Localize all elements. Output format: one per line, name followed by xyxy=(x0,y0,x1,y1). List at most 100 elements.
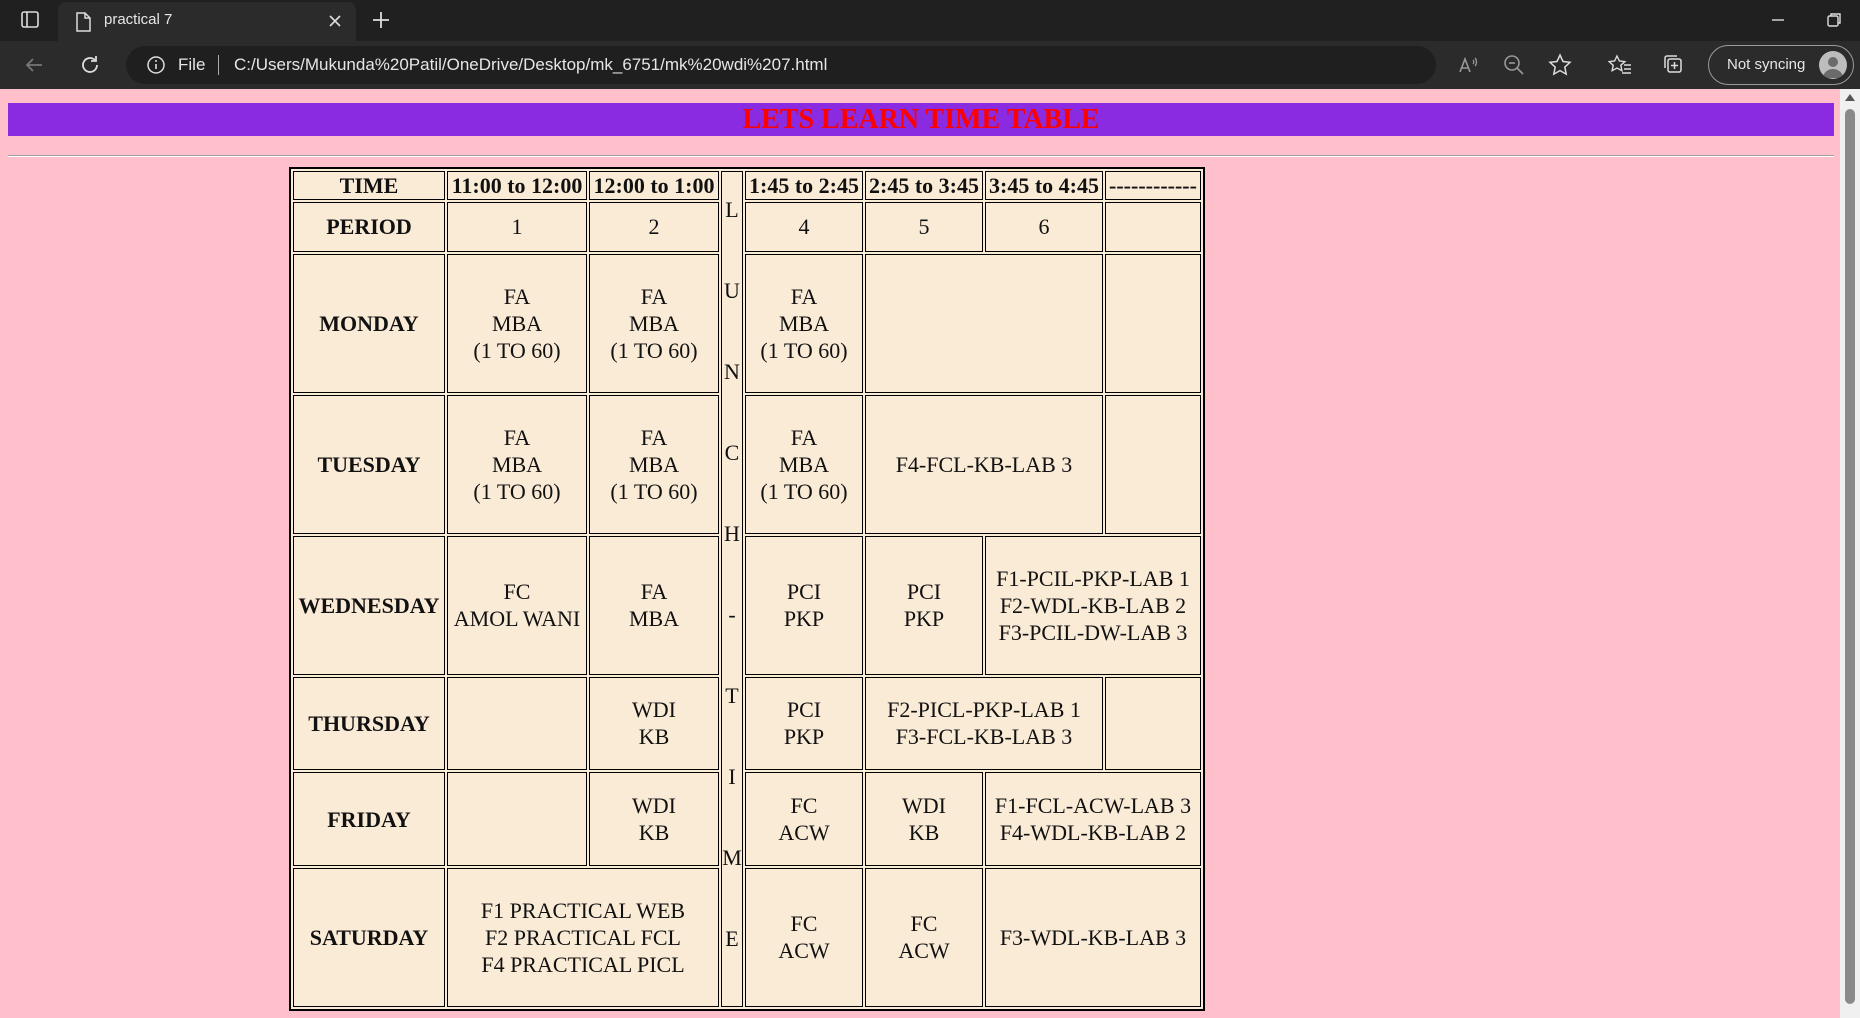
wednesday-row: WEDNESDAY FC AMOL WANI FA MBA PCI PKP PCI PK… xyxy=(293,535,1201,675)
slot-header: 3:45 to 4:45 xyxy=(985,171,1103,201)
lab-cell: F4-FCL-KB-LAB 3 xyxy=(865,394,1103,534)
class-cell: FA MBA (1 TO 60) xyxy=(589,253,719,393)
lunch-letter: U xyxy=(724,278,740,303)
day-label: SATURDAY xyxy=(293,867,445,1007)
lunch-letter: H xyxy=(724,521,740,546)
restore-window-icon[interactable] xyxy=(1822,8,1846,32)
slot-header: 1:45 to 2:45 xyxy=(745,171,863,201)
friday-row: FRIDAY WDI KB FC ACW WDI KB F1-FCL-ACW-LAB … xyxy=(293,772,1201,866)
lunch-letter: E xyxy=(725,926,739,951)
info-icon[interactable] xyxy=(146,55,166,75)
lunch-letter: L xyxy=(725,197,739,222)
sidebar-toggle-icon[interactable] xyxy=(14,8,46,32)
class-cell: FA MBA (1 TO 60) xyxy=(447,394,587,534)
time-header: TIME xyxy=(293,171,445,201)
day-label: THURSDAY xyxy=(293,676,445,771)
empty-cell xyxy=(447,676,587,771)
vertical-scrollbar[interactable] xyxy=(1840,89,1860,1018)
lunch-letter: M xyxy=(722,845,742,870)
class-cell: FC ACW xyxy=(745,772,863,866)
address-separator xyxy=(218,55,219,75)
class-cell: FA MBA (1 TO 60) xyxy=(745,394,863,534)
monday-row: MONDAY FA MBA (1 TO 60) FA MBA (1 TO 60) FA M… xyxy=(293,253,1201,393)
sync-label: Not syncing xyxy=(1727,56,1806,73)
lunch-letter: I xyxy=(728,764,736,789)
class-cell: FC AMOL WANI xyxy=(447,535,587,675)
avatar-icon xyxy=(1819,51,1847,79)
refresh-icon[interactable] xyxy=(76,51,104,79)
class-cell: FA MBA (1 TO 60) xyxy=(745,253,863,393)
lab-cell: F2-PICL-PKP-LAB 1 F3-FCL-KB-LAB 3 xyxy=(865,676,1103,771)
slot-header: 11:00 to 12:00 xyxy=(447,171,587,201)
day-label: TUESDAY xyxy=(293,394,445,534)
lab-cell: F1-PCIL-PKP-LAB 1 F2-WDL-KB-LAB 2 F3-PCIL-… xyxy=(985,535,1201,675)
collections-icon[interactable] xyxy=(1660,51,1688,79)
zoom-out-icon[interactable] xyxy=(1500,51,1528,79)
class-cell: FC ACW xyxy=(865,867,983,1007)
tuesday-row: TUESDAY FA MBA (1 TO 60) FA MBA (1 TO 60) FA… xyxy=(293,394,1201,534)
lab-cell: F3-WDL-KB-LAB 3 xyxy=(985,867,1201,1007)
class-cell: PCI PKP xyxy=(745,535,863,675)
header-row: TIME 11:00 to 12:00 12:00 to 1:00 L U N … xyxy=(293,171,1201,1007)
address-url[interactable]: C:/Users/Mukunda%20Patil/OneDrive/Deskto… xyxy=(234,55,827,75)
empty-cell xyxy=(1105,253,1201,393)
lunch-letter: T xyxy=(725,683,739,708)
lunch-letter: N xyxy=(724,359,740,384)
page-heading: LETS LEARN TIME TABLE xyxy=(742,104,1100,135)
empty-cell xyxy=(1105,676,1201,771)
horizontal-rule xyxy=(8,155,1834,157)
period-number xyxy=(1105,202,1201,252)
empty-cell xyxy=(447,772,587,866)
period-number: 4 xyxy=(745,202,863,252)
period-number: 6 xyxy=(985,202,1103,252)
tab-title: practical 7 xyxy=(104,11,173,28)
document-icon xyxy=(74,12,92,32)
browser-toolbar: File C:/Users/Mukunda%20Patil/OneDrive/D… xyxy=(0,41,1860,89)
lab-cell: F1-FCL-ACW-LAB 3 F4-WDL-KB-LAB 2 xyxy=(985,772,1201,866)
period-number: 2 xyxy=(589,202,719,252)
class-cell: PCI PKP xyxy=(745,676,863,771)
page-content: LETS LEARN TIME TABLE TIME 11:00 to 12:0… xyxy=(0,89,1840,1018)
class-cell: WDI KB xyxy=(589,676,719,771)
timetable: TIME 11:00 to 12:00 12:00 to 1:00 L U N … xyxy=(289,167,1205,1011)
address-scheme: File xyxy=(178,55,206,74)
new-tab-icon[interactable] xyxy=(368,8,394,32)
add-favorite-icon[interactable] xyxy=(1546,51,1574,79)
period-row: PERIOD 1 2 4 5 6 xyxy=(293,202,1201,252)
scroll-up-icon[interactable] xyxy=(1845,94,1855,101)
browser-tab[interactable]: practical 7 xyxy=(58,2,356,41)
period-label: PERIOD xyxy=(293,202,445,252)
browser-tab-bar: practical 7 xyxy=(0,0,1860,41)
period-number: 5 xyxy=(865,202,983,252)
class-cell: FA MBA (1 TO 60) xyxy=(589,394,719,534)
day-label: FRIDAY xyxy=(293,772,445,866)
lunch-time-column: L U N C H - T I M E xyxy=(721,171,743,1007)
address-bar[interactable]: File C:/Users/Mukunda%20Patil/OneDrive/D… xyxy=(126,46,1436,84)
practical-cell: F1 PRACTICAL WEB F2 PRACTICAL FCL F4 PRACT… xyxy=(447,867,719,1007)
day-label: MONDAY xyxy=(293,253,445,393)
period-number: 1 xyxy=(447,202,587,252)
slot-header: 12:00 to 1:00 xyxy=(589,171,719,201)
favorites-icon[interactable] xyxy=(1606,51,1634,79)
class-cell: FA MBA xyxy=(589,535,719,675)
heading-banner: LETS LEARN TIME TABLE xyxy=(8,103,1834,136)
lunch-letter: C xyxy=(724,440,740,465)
empty-cell xyxy=(1105,394,1201,534)
class-cell: PCI PKP xyxy=(865,535,983,675)
back-icon[interactable] xyxy=(20,51,48,79)
close-tab-icon[interactable] xyxy=(326,12,344,30)
slot-header: 2:45 to 3:45 xyxy=(865,171,983,201)
day-label: WEDNESDAY xyxy=(293,535,445,675)
thursday-row: THURSDAY WDI KB PCI PKP F2-PICL-PKP-LAB 1F… xyxy=(293,676,1201,771)
slot-header: ------------ xyxy=(1105,171,1201,201)
saturday-row: SATURDAY F1 PRACTICAL WEB F2 PRACTICAL FC… xyxy=(293,867,1201,1007)
read-aloud-icon[interactable] xyxy=(1454,51,1482,79)
empty-cell xyxy=(865,253,1103,393)
sync-status-button[interactable]: Not syncing xyxy=(1708,45,1854,85)
class-cell: FA MBA (1 TO 60) xyxy=(447,253,587,393)
scrollbar-thumb[interactable] xyxy=(1845,109,1855,1004)
minimize-icon[interactable] xyxy=(1766,8,1790,32)
lunch-letter: - xyxy=(728,602,736,627)
class-cell: FC ACW xyxy=(745,867,863,1007)
class-cell: WDI KB xyxy=(589,772,719,866)
